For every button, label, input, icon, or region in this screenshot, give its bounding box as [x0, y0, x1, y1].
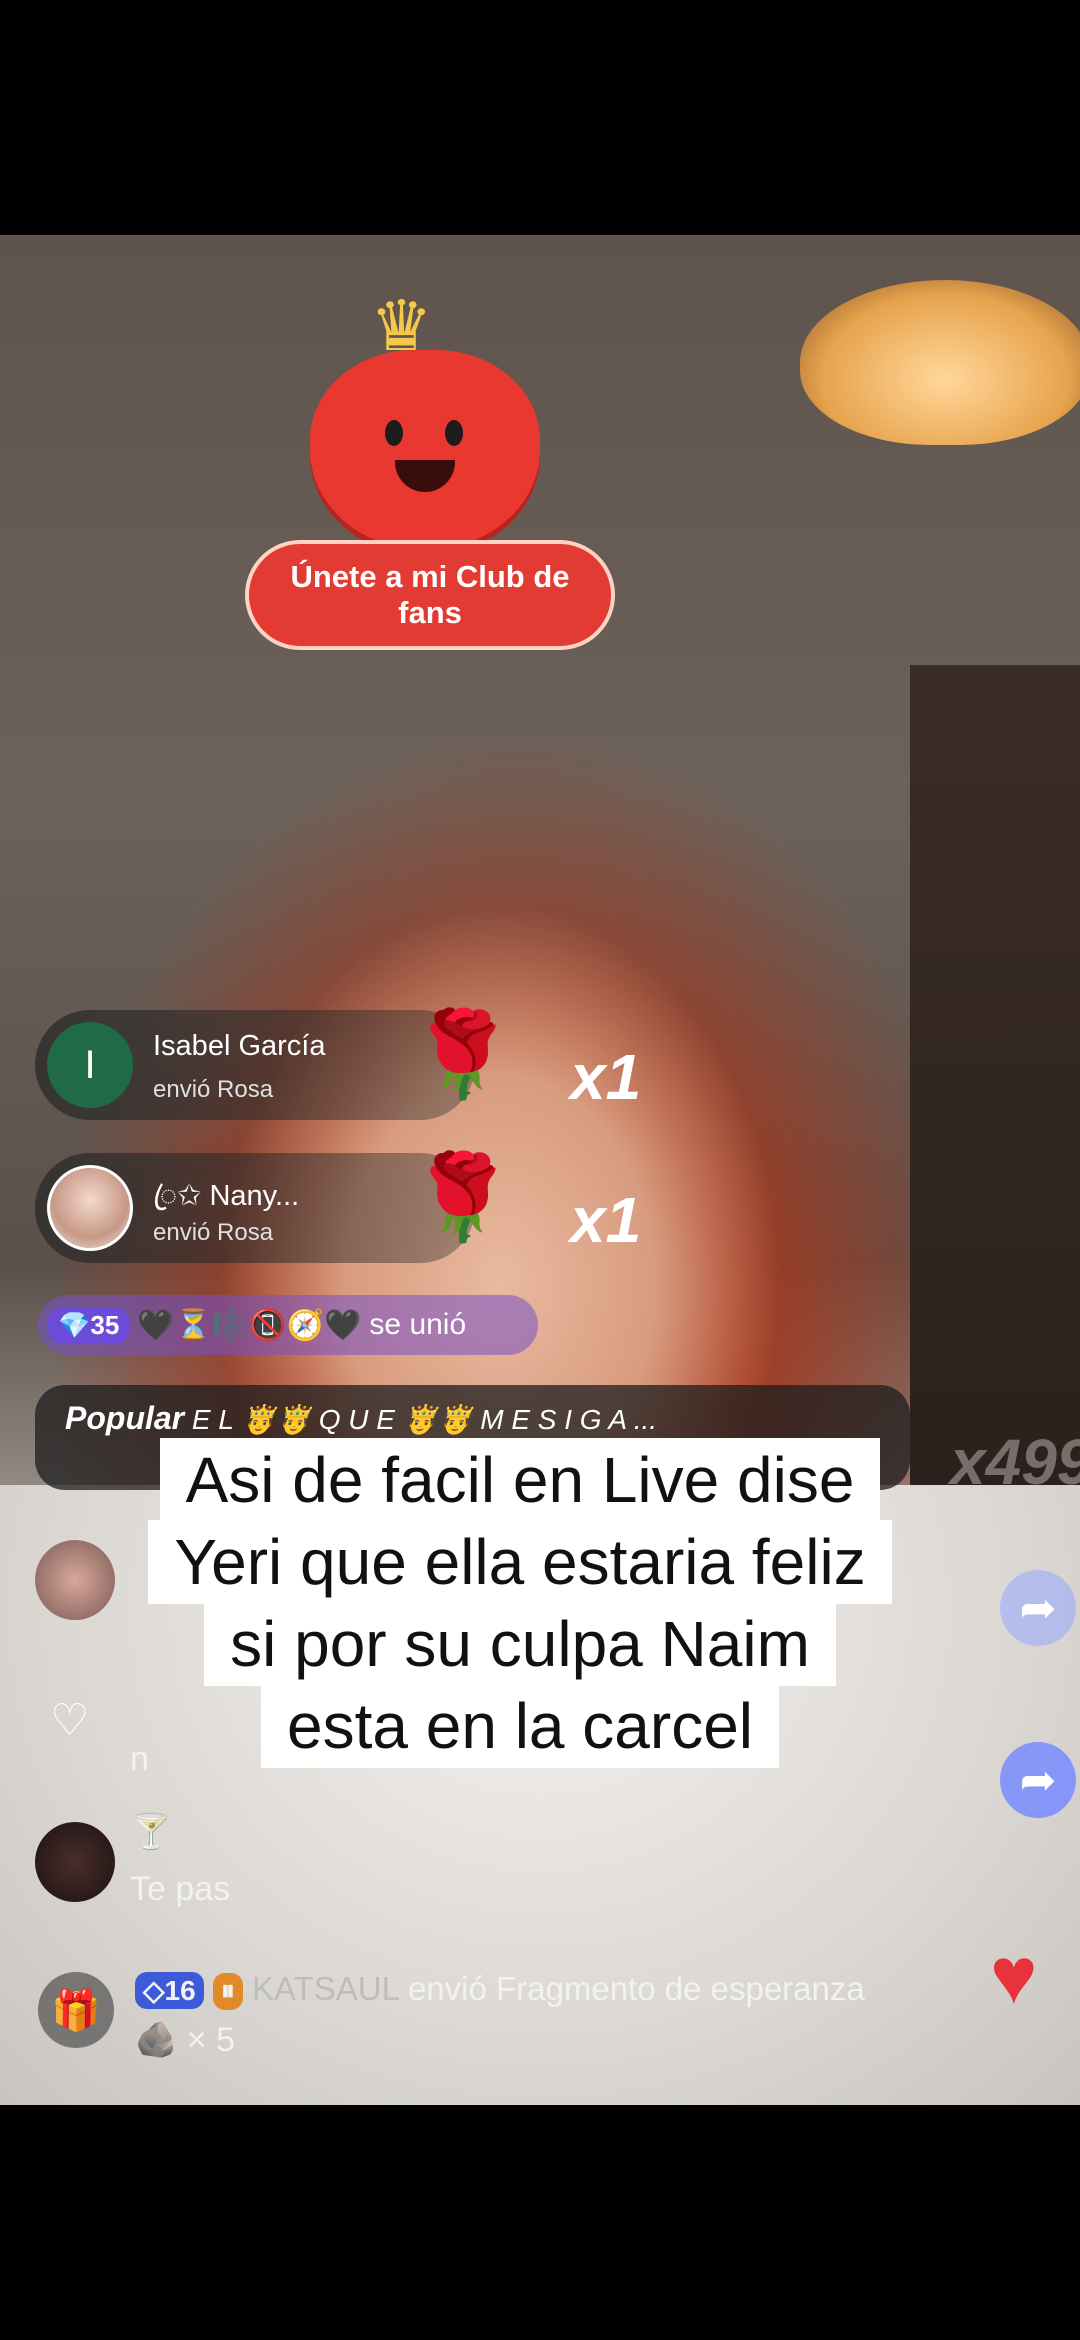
popular-label: Popular [65, 1400, 185, 1436]
share-arrow-icon[interactable]: ➦ [1000, 1570, 1076, 1646]
subscriber-badge: ⏸ [212, 1973, 243, 2010]
gift-box-icon[interactable]: 🎁 [38, 1972, 114, 2048]
comment-text: Te pas [130, 1870, 231, 1908]
username-emojis[interactable]: 🖤⏳🎼📵🧭🖤 [137, 1308, 361, 1343]
caption-line: Asi de facil en Live dise [159, 1438, 881, 1522]
gift-multiplier-ghost: x499 [950, 1426, 1080, 1498]
fan-club-badge[interactable]: ♛ Únete a mi Club de fans [230, 255, 630, 655]
eye [445, 420, 463, 446]
gift-sender-name: Isabel García [153, 1030, 326, 1062]
popular-text: E L 🤴🤴 Q U E 🤴🤴 M E S I G A ... [191, 1404, 658, 1435]
fragment-icon: 🪨 [135, 2021, 178, 2059]
rose-icon: 🌹 [410, 1007, 515, 1101]
gift-description: envió Rosa [153, 1219, 274, 1246]
gift-notification: I Isabel García envió Rosa 🌹 x1 [35, 1007, 641, 1120]
avatar[interactable] [35, 1822, 115, 1902]
sender-username[interactable]: KATSAUL [252, 1970, 399, 2007]
caption-line: esta en la carcel [260, 1684, 780, 1768]
mouth [395, 460, 455, 492]
join-club-label[interactable]: Únete a mi Club de fans [245, 540, 615, 650]
video-caption: Asi de facil en Live dise Yeri que ella … [80, 1438, 960, 1768]
eye [385, 420, 403, 446]
user-joined-row: 💎35 🖤⏳🎼📵🧭🖤 se unió [38, 1295, 538, 1355]
share-arrow-icon[interactable]: ➦ [1000, 1742, 1076, 1818]
level-badge: 💎35 [48, 1306, 130, 1344]
avatar[interactable] [47, 1165, 133, 1251]
joined-text: se unió [369, 1308, 467, 1341]
caption-line: Yeri que ella estaria feliz [148, 1520, 892, 1604]
gift-description: envió Rosa [153, 1076, 274, 1103]
rose-icon: 🌹 [410, 1150, 515, 1244]
drink-icon: 🍸 [130, 1813, 173, 1851]
gift-event-row: ◇16 ⏸ KATSAUL envió Fragmento de esperan… [135, 1970, 865, 2010]
caption-line: si por su culpa Naim [204, 1602, 836, 1686]
avatar[interactable]: I [47, 1022, 133, 1108]
level-badge: ◇16 [135, 1972, 204, 2009]
gift-notification: ꦿ✩ Nany... envió Rosa 🌹 x1 [35, 1150, 641, 1263]
gift-item-count: × 5 [186, 2021, 236, 2059]
door [910, 665, 1080, 1485]
gift-event-text: envió Fragmento de esperanza [407, 1970, 865, 2007]
gift-item-row: 🪨 × 5 [135, 2020, 235, 2060]
ceiling-lamp [800, 280, 1080, 445]
like-heart-icon[interactable]: ♥ [990, 1930, 1038, 2022]
gift-count: x1 [570, 1184, 642, 1256]
heart-mascot-icon [310, 350, 540, 550]
gift-count: x1 [570, 1041, 642, 1113]
